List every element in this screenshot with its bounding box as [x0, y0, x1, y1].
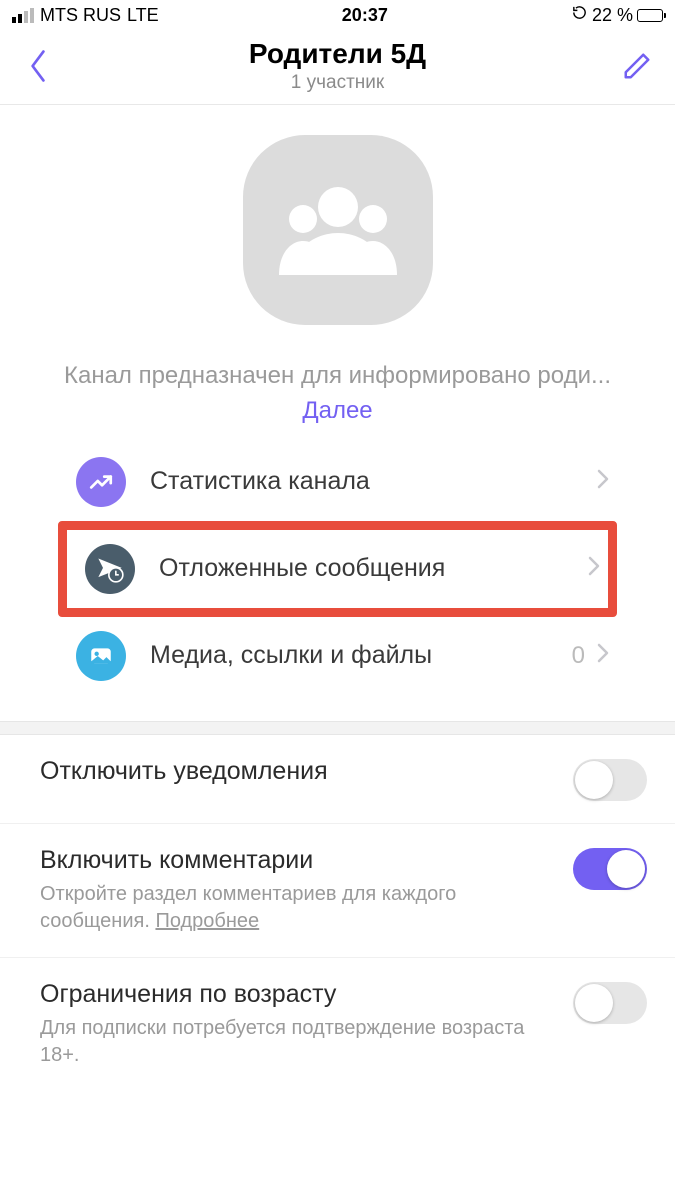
menu-list: Статистика канала Отложенные сообщения М…	[40, 429, 635, 705]
status-left: MTS RUS LTE	[12, 5, 159, 26]
media-count: 0	[572, 642, 585, 670]
status-right: 22 %	[571, 4, 663, 26]
setting-age-restriction: Ограничения по возрасту Для подписки пот…	[0, 957, 675, 1091]
setting-subtitle: Откройте раздел комментариев для каждого…	[40, 881, 553, 935]
highlighted-scheduled-row: Отложенные сообщения	[58, 521, 617, 617]
settings-list: Отключить уведомления Включить комментар…	[0, 735, 675, 1091]
chevron-right-icon	[597, 469, 609, 495]
orientation-lock-icon	[571, 4, 588, 26]
group-avatar-icon	[243, 135, 433, 325]
setting-subtitle: Для подписки потребуется подтверждение в…	[40, 1015, 553, 1069]
menu-item-scheduled[interactable]: Отложенные сообщения	[67, 530, 608, 608]
nav-title-block: Родители 5Д 1 участник	[58, 38, 617, 94]
network-label: LTE	[127, 5, 159, 26]
setting-enable-comments: Включить комментарии Откройте раздел ком…	[0, 823, 675, 957]
setting-title: Включить комментарии	[40, 846, 553, 875]
comments-toggle[interactable]	[573, 848, 647, 890]
status-bar: MTS RUS LTE 20:37 22 %	[0, 0, 675, 30]
channel-description: Канал предназначен для информировано род…	[40, 359, 635, 429]
nav-header: Родители 5Д 1 участник	[0, 30, 675, 105]
age-toggle[interactable]	[573, 982, 647, 1024]
channel-subtitle: 1 участник	[58, 72, 617, 94]
channel-info: Канал предназначен для информировано род…	[0, 105, 675, 721]
chevron-right-icon	[588, 556, 600, 582]
more-link[interactable]: Далее	[302, 397, 372, 424]
menu-item-statistics[interactable]: Статистика канала	[40, 443, 635, 521]
channel-title: Родители 5Д	[58, 38, 617, 70]
clock: 20:37	[159, 5, 571, 26]
menu-label: Медиа, ссылки и файлы	[150, 641, 572, 670]
carrier-label: MTS RUS	[40, 5, 121, 26]
battery-icon	[637, 9, 663, 22]
setting-mute-notifications: Отключить уведомления	[0, 735, 675, 823]
setting-title: Отключить уведомления	[40, 757, 553, 786]
chart-up-icon	[76, 457, 126, 507]
back-button[interactable]	[18, 48, 58, 84]
setting-title: Ограничения по возрасту	[40, 980, 553, 1009]
mute-toggle[interactable]	[573, 759, 647, 801]
menu-label: Отложенные сообщения	[159, 554, 588, 583]
menu-item-media[interactable]: Медиа, ссылки и файлы 0	[40, 617, 635, 695]
scheduled-send-icon	[85, 544, 135, 594]
learn-more-link[interactable]: Подробнее	[155, 910, 259, 932]
menu-label: Статистика канала	[150, 467, 597, 496]
chevron-right-icon	[597, 643, 609, 669]
media-icon	[76, 631, 126, 681]
section-divider	[0, 721, 675, 735]
battery-pct: 22 %	[592, 5, 633, 26]
description-text: Канал предназначен для информировано род…	[64, 362, 611, 389]
signal-icon	[12, 8, 34, 23]
edit-button[interactable]	[617, 51, 657, 81]
